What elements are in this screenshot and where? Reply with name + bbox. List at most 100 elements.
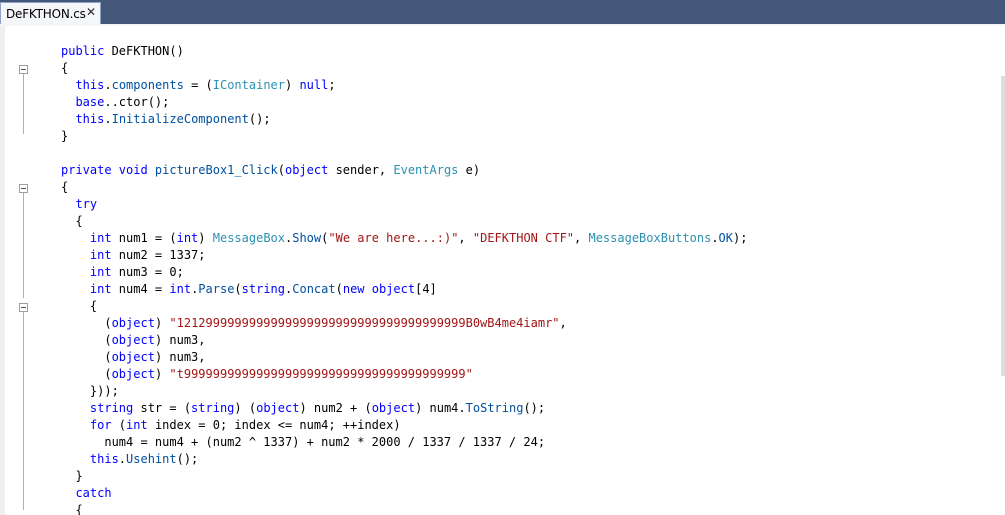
code-token: try bbox=[61, 197, 98, 211]
code-line: { bbox=[61, 213, 747, 230]
code-token: } bbox=[61, 469, 83, 483]
code-token: { bbox=[61, 214, 83, 228]
code-line: } bbox=[61, 128, 747, 145]
tab-defkthon-cs[interactable]: DeFKTHON.cs ✕ bbox=[0, 2, 101, 24]
code-token: num2 = 1337; bbox=[111, 248, 206, 262]
code-token: Parse bbox=[198, 282, 235, 296]
code-token: components bbox=[111, 78, 184, 92]
code-line: (object) num3, bbox=[61, 349, 747, 366]
code-token: int bbox=[126, 418, 148, 432]
code-line: private void pictureBox1_Click(object se… bbox=[61, 162, 747, 179]
code-token: ); bbox=[733, 231, 748, 245]
code-token: "DEFKTHON CTF" bbox=[472, 231, 575, 245]
fold-guide bbox=[23, 74, 24, 134]
code-line: { bbox=[61, 60, 747, 77]
code-line: for (int index = 0; index <= num4; ++ind… bbox=[61, 417, 747, 434]
code-token: DeFKTHON() bbox=[111, 44, 184, 58]
code-line: num4 = num4 + (num2 ^ 1337) + num2 * 200… bbox=[61, 434, 747, 451]
code-token: object bbox=[111, 316, 155, 330]
code-token: ( bbox=[234, 282, 242, 296]
code-token: . bbox=[711, 231, 719, 245]
code-line: int num2 = 1337; bbox=[61, 247, 747, 264]
code-token: num4 = bbox=[111, 282, 170, 296]
code-token: ) bbox=[154, 316, 170, 330]
code-token: EventArgs bbox=[393, 163, 459, 177]
code-token: private void bbox=[61, 163, 155, 177]
code-token: MessageBoxButtons bbox=[588, 231, 712, 245]
code-token: Usehint bbox=[126, 452, 177, 466]
code-token: int bbox=[61, 282, 112, 296]
code-token: (); bbox=[248, 112, 271, 126]
code-token: object bbox=[111, 367, 155, 381]
code-token: sender, bbox=[328, 163, 394, 177]
code-line: string str = (string) (object) num2 + (o… bbox=[61, 400, 747, 417]
fold-guide bbox=[23, 193, 24, 298]
code-token: OK bbox=[718, 231, 733, 245]
code-token: str = ( bbox=[133, 401, 192, 415]
code-token: "We are here...:)" bbox=[328, 231, 459, 245]
code-token: e) bbox=[458, 163, 481, 177]
code-token: ..ctor(); bbox=[104, 95, 170, 109]
code-token: index = 0; index <= num4; ++index) bbox=[147, 418, 401, 432]
code-token: object bbox=[371, 401, 416, 415]
code-token: int bbox=[61, 231, 112, 245]
code-editor[interactable]: public DeFKTHON(){ this.components = (IC… bbox=[0, 26, 1005, 515]
code-token: , bbox=[559, 316, 567, 330]
code-token: this bbox=[61, 452, 119, 466]
code-text: public DeFKTHON(){ this.components = (IC… bbox=[61, 43, 747, 515]
code-token: null bbox=[299, 78, 329, 92]
code-token: object bbox=[284, 163, 329, 177]
fold-collapse-icon[interactable] bbox=[19, 65, 28, 74]
code-line: { bbox=[61, 179, 747, 196]
code-token: int bbox=[169, 282, 192, 296]
code-token: { bbox=[61, 503, 83, 515]
code-token: { bbox=[61, 61, 69, 75]
code-line: { bbox=[61, 298, 747, 315]
code-token: object bbox=[111, 350, 155, 364]
tab-title: DeFKTHON.cs bbox=[6, 6, 86, 21]
code-line: { bbox=[61, 502, 747, 515]
code-line: public DeFKTHON() bbox=[61, 43, 747, 60]
code-token: (); bbox=[523, 401, 546, 415]
code-token: . bbox=[104, 78, 112, 92]
code-token: ) num4. bbox=[415, 401, 466, 415]
code-line: try bbox=[61, 196, 747, 213]
code-line: (object) "t99999999999999999999999999999… bbox=[61, 366, 747, 383]
code-token: , bbox=[458, 231, 473, 245]
code-token: this bbox=[61, 78, 105, 92]
code-line: })); bbox=[61, 383, 747, 400]
code-token: ) num3, bbox=[154, 350, 206, 364]
code-token: ToString bbox=[465, 401, 524, 415]
code-token: . bbox=[104, 112, 112, 126]
fold-collapse-icon[interactable] bbox=[19, 303, 28, 312]
document-tab-strip: DeFKTHON.cs ✕ bbox=[0, 0, 1005, 25]
code-token: , bbox=[574, 231, 589, 245]
code-line: base..ctor(); bbox=[61, 94, 747, 111]
close-icon[interactable]: ✕ bbox=[86, 5, 96, 19]
code-line: } bbox=[61, 468, 747, 485]
code-token: for bbox=[61, 418, 112, 432]
code-token: . bbox=[118, 452, 127, 466]
code-token: "121299999999999999999999999999999999999… bbox=[169, 316, 560, 330]
code-token: [4] bbox=[415, 282, 437, 296]
code-line: catch bbox=[61, 485, 747, 502]
code-token: string bbox=[241, 282, 286, 296]
fold-collapse-icon[interactable] bbox=[19, 184, 28, 193]
code-line: this.InitializeComponent(); bbox=[61, 111, 747, 128]
code-token: ( bbox=[277, 163, 285, 177]
code-token: ) num3, bbox=[154, 333, 206, 347]
code-line: int num4 = int.Parse(string.Concat(new o… bbox=[61, 281, 747, 298]
code-token: "t99999999999999999999999999999999999999… bbox=[169, 367, 473, 381]
code-token: } bbox=[61, 129, 69, 143]
code-token: num3 = 0; bbox=[111, 265, 184, 279]
code-token: ) num2 + ( bbox=[299, 401, 372, 415]
code-token: ( bbox=[61, 350, 112, 364]
code-token: pictureBox1_Click bbox=[154, 163, 278, 177]
code-token: ) ( bbox=[234, 401, 257, 415]
code-token: Show bbox=[292, 231, 322, 245]
code-token: { bbox=[61, 180, 69, 194]
scrollbar-thumb[interactable] bbox=[1001, 76, 1005, 376]
code-token: { bbox=[61, 299, 98, 313]
code-token: InitializeComponent bbox=[111, 112, 249, 126]
